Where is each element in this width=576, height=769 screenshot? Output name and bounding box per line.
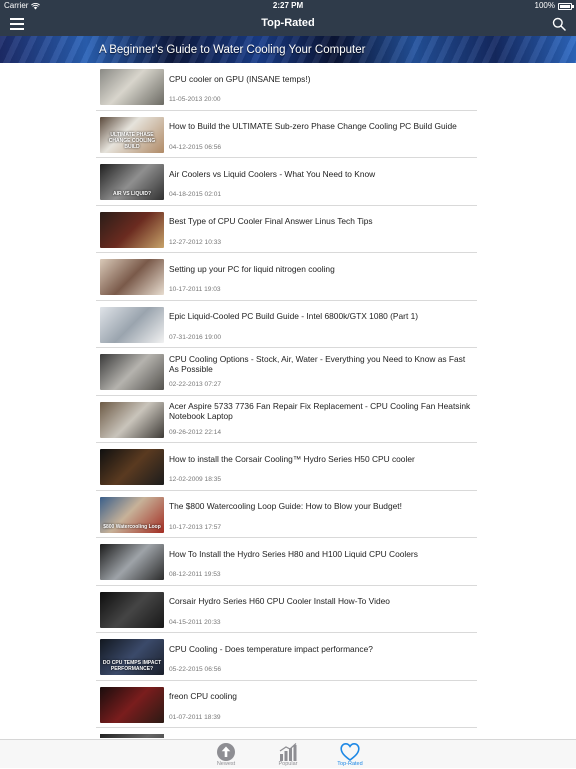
status-bar: Carrier 2:27 PM 100% <box>0 0 576 12</box>
video-thumbnail[interactable] <box>100 591 164 628</box>
video-title: freon CPU cooling <box>169 691 237 701</box>
arrow-up-circle-icon <box>217 743 235 761</box>
tab-top-rated-label: Top-Rated <box>337 761 363 767</box>
video-title: Corsair Hydro Series H60 CPU Cooler Inst… <box>169 596 390 606</box>
video-title: Best Type of CPU Cooler Final Answer Lin… <box>169 216 373 226</box>
thumbnail-caption: AIR VS LIQUID? <box>112 191 152 197</box>
tab-popular-label: Popular <box>278 761 298 767</box>
thumbnail-caption: DO CPU TEMPS IMPACT PERFORMANCE? <box>102 660 162 672</box>
video-date: 12-02-2009 18:35 <box>169 476 222 483</box>
battery-indicator: 100% <box>534 0 574 12</box>
video-thumbnail[interactable] <box>100 401 164 438</box>
video-list-item[interactable]: CPU Cooling Options - Stock, Air, Water … <box>96 348 477 396</box>
thumbnail-caption: ULTIMATE PHASE CHANGE COOLING BUILD <box>108 131 156 150</box>
tab-top-rated[interactable]: Top-Rated <box>320 740 380 769</box>
tab-newest-label: Newest <box>216 761 236 767</box>
video-title: CPU Cooling Options - Stock, Air, Water … <box>169 353 466 374</box>
tab-bar: Newest Popular Top-Rated <box>0 739 576 768</box>
video-date: 10-17-2011 19:03 <box>169 286 221 293</box>
video-date: 09-26-2012 22:14 <box>169 428 222 436</box>
video-thumbnail[interactable] <box>100 354 164 390</box>
video-title: How to install the Corsair Cooling™ Hydr… <box>169 453 415 464</box>
video-date: 05-22-2015 06:56 <box>169 666 222 673</box>
video-title: Setting up your PC for liquid nitrogen c… <box>169 263 335 274</box>
battery-percent: 100% <box>534 1 555 10</box>
video-thumbnail[interactable] <box>100 449 164 485</box>
video-title: How to Build the ULTIMATE Sub-zero Phase… <box>169 121 457 131</box>
video-title: The $800 Watercooling Loop Guide: How to… <box>169 501 402 511</box>
navigation-bar: Top-Rated <box>0 12 576 36</box>
search-icon[interactable] <box>552 17 566 31</box>
video-date: 04-12-2015 06:56 <box>169 143 222 151</box>
video-thumbnail[interactable] <box>100 686 164 723</box>
status-time: 2:27 PM <box>272 1 304 10</box>
video-date: 04-18-2015 02:01 <box>169 191 222 198</box>
video-list-item[interactable]: Best Type of CPU Cooler Final Answer Lin… <box>96 206 477 253</box>
video-date: 12-27-2012 10:33 <box>169 238 222 246</box>
video-list-item[interactable]: Corsair Hydro Series H60 CPU Cooler Inst… <box>96 586 477 633</box>
video-title: Air Coolers vs Liquid Coolers - What You… <box>169 168 376 179</box>
video-date: 02-22-2013 07:27 <box>169 381 222 388</box>
video-date: 04-15-2011 20:33 <box>169 618 221 626</box>
video-thumbnail[interactable]: $800 Watercooling Loop <box>100 496 164 533</box>
video-title: Epic Liquid-Cooled PC Build Guide - Inte… <box>169 311 419 321</box>
video-list-item[interactable]: freon CPU cooling 01-07-2011 18:39 <box>96 681 477 728</box>
video-date: 11-05-2013 20:00 <box>169 96 221 103</box>
tab-newest[interactable]: Newest <box>196 740 256 769</box>
video-list-item[interactable]: CPU cooler on GPU (INSANE temps!) 11-05-2… <box>96 63 477 111</box>
video-list-item[interactable]: Setting up your PC for liquid nitrogen c… <box>96 253 477 301</box>
video-thumbnail[interactable] <box>100 734 164 738</box>
video-thumbnail[interactable] <box>100 211 164 248</box>
video-date: 07-31-2016 19:00 <box>169 333 222 341</box>
video-thumbnail[interactable] <box>100 306 164 343</box>
heart-icon <box>340 742 360 762</box>
banner-title: A Beginner's Guide to Water Cooling Your… <box>99 44 366 56</box>
video-title: CPU Cooling - Does temperature impact pe… <box>169 643 373 654</box>
video-date: 08-12-2011 19:53 <box>169 571 221 578</box>
video-title: CPU cooler on GPU (INSANE temps!) <box>169 73 311 84</box>
video-list-item[interactable]: Acer Aspire 5733 7736 Fan Repair Fix Rep… <box>96 396 477 443</box>
video-list-item[interactable]: DO CPU TEMPS IMPACT PERFORMANCE? CPU Cool… <box>96 633 477 681</box>
video-date: 01-07-2011 18:39 <box>169 713 221 721</box>
video-list-item[interactable]: $800 Watercooling Loop The $800 Watercool… <box>96 491 477 538</box>
video-thumbnail[interactable] <box>100 544 164 580</box>
video-list-item[interactable]: How To Install the Hydro Series H80 and … <box>96 538 477 586</box>
video-thumbnail[interactable]: DO CPU TEMPS IMPACT PERFORMANCE? <box>100 639 164 675</box>
video-list-item[interactable]: How to install the Corsair Cooling™ Hydr… <box>96 443 477 491</box>
tab-popular[interactable]: Popular <box>258 740 318 769</box>
video-thumbnail[interactable]: AIR VS LIQUID? <box>100 164 164 200</box>
video-list[interactable]: CPU cooler on GPU (INSANE temps!) 11-05-2… <box>96 63 477 738</box>
video-list-item[interactable]: Epic Liquid-Cooled PC Build Guide - Inte… <box>96 301 477 348</box>
video-thumbnail[interactable] <box>100 259 164 295</box>
thumbnail-caption: $800 Watercooling Loop <box>103 523 161 530</box>
video-thumbnail[interactable] <box>100 69 164 105</box>
video-title: How To Install the Hydro Series H80 and … <box>169 548 418 559</box>
video-title: Acer Aspire 5733 7736 Fan Repair Fix Rep… <box>169 401 471 421</box>
page-title: Top-Rated <box>261 17 315 29</box>
video-thumbnail[interactable]: ULTIMATE PHASE CHANGE COOLING BUILD <box>100 116 164 153</box>
video-date: 10-17-2013 17:57 <box>169 523 222 531</box>
video-list-item[interactable]: ULTIMATE PHASE CHANGE COOLING BUILD How t… <box>96 111 477 158</box>
battery-icon <box>558 2 574 10</box>
featured-banner[interactable]: A Beginner's Guide to Water Cooling Your… <box>0 36 576 63</box>
bar-chart-icon <box>279 743 297 761</box>
video-list-item[interactable]: AIR VS LIQUID? Air Coolers vs Liquid Cool… <box>96 158 477 206</box>
